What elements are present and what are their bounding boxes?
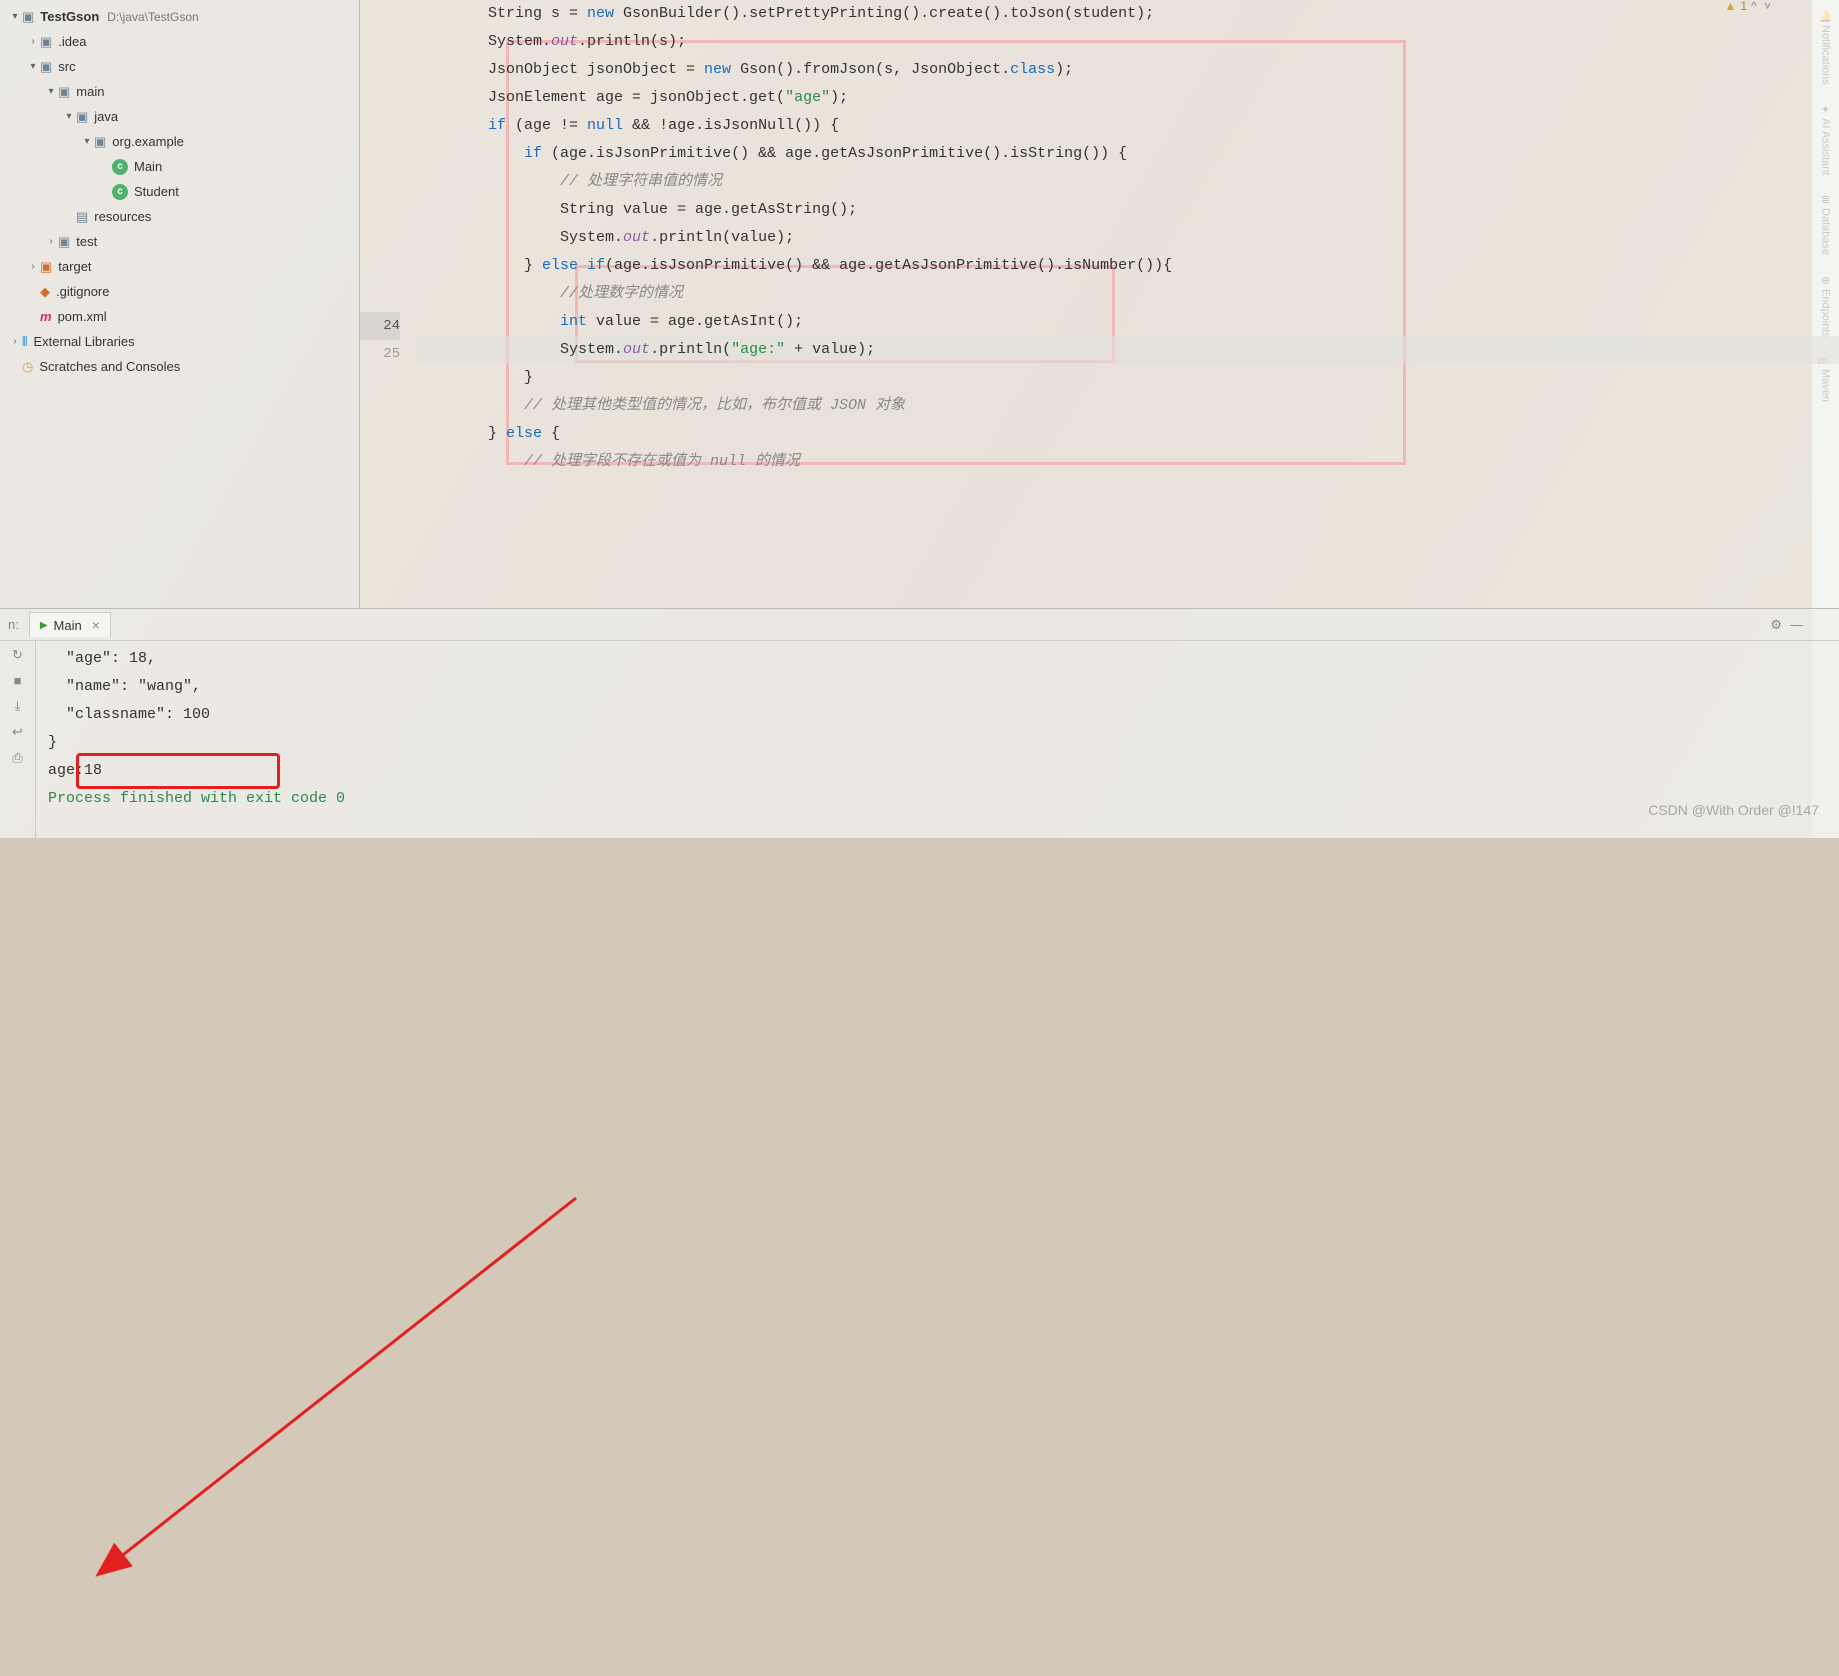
tree-label: java xyxy=(94,109,118,124)
tree-item-main-class[interactable]: c Main xyxy=(0,154,359,179)
tree-item-src[interactable]: ▾▣ src xyxy=(0,54,359,79)
run-tool-window: n: ▶ Main × ⚙ — ↻ ■ ⤓ ↩ ⎙ "age": 18, "na… xyxy=(0,608,1839,838)
class-icon: c xyxy=(112,159,128,175)
folder-icon: ▣ xyxy=(58,84,70,100)
tree-item-gitignore[interactable]: ◆ .gitignore xyxy=(0,279,359,304)
tree-item-student-class[interactable]: c Student xyxy=(0,179,359,204)
project-root[interactable]: ▾ ▣ TestGson D:\java\TestGson xyxy=(0,4,359,29)
class-icon: c xyxy=(112,184,128,200)
tree-label: test xyxy=(76,234,97,249)
tree-item-external-libraries[interactable]: ›⫴ External Libraries xyxy=(0,329,359,354)
libraries-icon: ⫴ xyxy=(22,334,27,350)
project-name: TestGson xyxy=(40,9,99,24)
tree-label: src xyxy=(58,59,75,74)
run-tabs-bar: n: ▶ Main × ⚙ — xyxy=(0,609,1839,641)
line-number: 25 xyxy=(360,340,400,368)
tree-label: pom.xml xyxy=(58,309,107,324)
output-line: } xyxy=(48,729,1827,757)
watermark: CSDN @With Order @!147 xyxy=(1648,802,1819,818)
scratch-icon: ◷ xyxy=(22,359,33,375)
editor-gutter: 24 25 xyxy=(360,0,408,608)
folder-icon: ▣ xyxy=(76,109,88,125)
chevron-down-icon: ▾ xyxy=(8,11,22,22)
project-path: D:\java\TestGson xyxy=(107,10,198,24)
output-line: age:18 xyxy=(48,757,1827,785)
minimize-icon[interactable]: — xyxy=(1790,617,1803,633)
print-icon[interactable]: ⎙ xyxy=(12,750,22,766)
chevron-down-icon: ▾ xyxy=(44,86,58,97)
tree-label: resources xyxy=(94,209,151,224)
play-icon: ▶ xyxy=(40,620,48,631)
tree-label: External Libraries xyxy=(33,334,134,349)
close-icon[interactable]: × xyxy=(92,617,100,633)
tree-label: .gitignore xyxy=(56,284,109,299)
package-icon: ▣ xyxy=(94,134,106,150)
console-output[interactable]: "age": 18, "name": "wang", "classname": … xyxy=(36,641,1839,838)
exit-code-line: Process finished with exit code 0 xyxy=(48,785,1827,813)
tree-item-target[interactable]: ›▣ target xyxy=(0,254,359,279)
chevron-down-icon: ▾ xyxy=(62,111,76,122)
rerun-icon[interactable]: ↻ xyxy=(12,647,23,663)
line-number: 24 xyxy=(360,312,400,340)
run-gutter: ↻ ■ ⤓ ↩ ⎙ xyxy=(0,641,36,838)
tree-label: target xyxy=(58,259,91,274)
stop-icon[interactable]: ■ xyxy=(14,673,22,688)
chevron-right-icon: › xyxy=(44,236,58,247)
tree-label: .idea xyxy=(58,34,86,49)
resources-icon: ▤ xyxy=(76,209,88,225)
tree-label: main xyxy=(76,84,104,99)
folder-icon: ▣ xyxy=(58,234,70,250)
folder-icon: ▣ xyxy=(22,9,34,25)
run-tab-label: Main xyxy=(54,618,82,633)
chevron-down-icon: ▾ xyxy=(80,136,94,147)
tree-item-resources[interactable]: ▤ resources xyxy=(0,204,359,229)
tree-item-main[interactable]: ▾▣ main xyxy=(0,79,359,104)
folder-icon: ▣ xyxy=(40,34,52,50)
run-label: n: xyxy=(8,617,19,632)
target-folder-icon: ▣ xyxy=(40,259,52,275)
output-line: "name": "wang", xyxy=(48,673,1827,701)
maven-icon: m xyxy=(40,309,52,324)
tree-item-scratches[interactable]: ◷ Scratches and Consoles xyxy=(0,354,359,379)
run-tab-main[interactable]: ▶ Main × xyxy=(29,612,111,637)
chevron-down-icon: ▾ xyxy=(26,61,40,72)
tree-label: org.example xyxy=(112,134,184,149)
tree-item-java[interactable]: ▾▣ java xyxy=(0,104,359,129)
output-line: "age": 18, xyxy=(48,645,1827,673)
chevron-right-icon: › xyxy=(26,36,40,47)
gear-icon[interactable]: ⚙ xyxy=(1770,617,1782,633)
tree-label: Student xyxy=(134,184,179,199)
scroll-icon[interactable]: ⤓ xyxy=(15,698,21,714)
tree-label: Main xyxy=(134,159,162,174)
project-tree: ▾ ▣ TestGson D:\java\TestGson ›▣.idea ▾▣… xyxy=(0,0,360,608)
soft-wrap-icon[interactable]: ↩ xyxy=(12,724,23,740)
code-text[interactable]: String s = new GsonBuilder().setPrettyPr… xyxy=(408,0,1839,608)
annotation-arrow xyxy=(0,838,1839,1676)
folder-icon: ▣ xyxy=(40,59,52,75)
tree-item-package[interactable]: ▾▣ org.example xyxy=(0,129,359,154)
tree-item-idea[interactable]: ›▣ .idea xyxy=(0,29,359,54)
tree-item-test[interactable]: ›▣ test xyxy=(0,229,359,254)
output-line: "classname": 100 xyxy=(48,701,1827,729)
tree-label: Scratches and Consoles xyxy=(39,359,180,374)
gitignore-icon: ◆ xyxy=(40,284,50,300)
run-toolbar-right: ⚙ — xyxy=(1770,617,1803,633)
chevron-right-icon: › xyxy=(26,261,40,272)
tree-item-pom[interactable]: m pom.xml xyxy=(0,304,359,329)
chevron-right-icon: › xyxy=(8,336,22,347)
code-editor[interactable]: ▲ 1 ^ ˅ 24 25 String s = new GsonBuilder… xyxy=(360,0,1839,608)
